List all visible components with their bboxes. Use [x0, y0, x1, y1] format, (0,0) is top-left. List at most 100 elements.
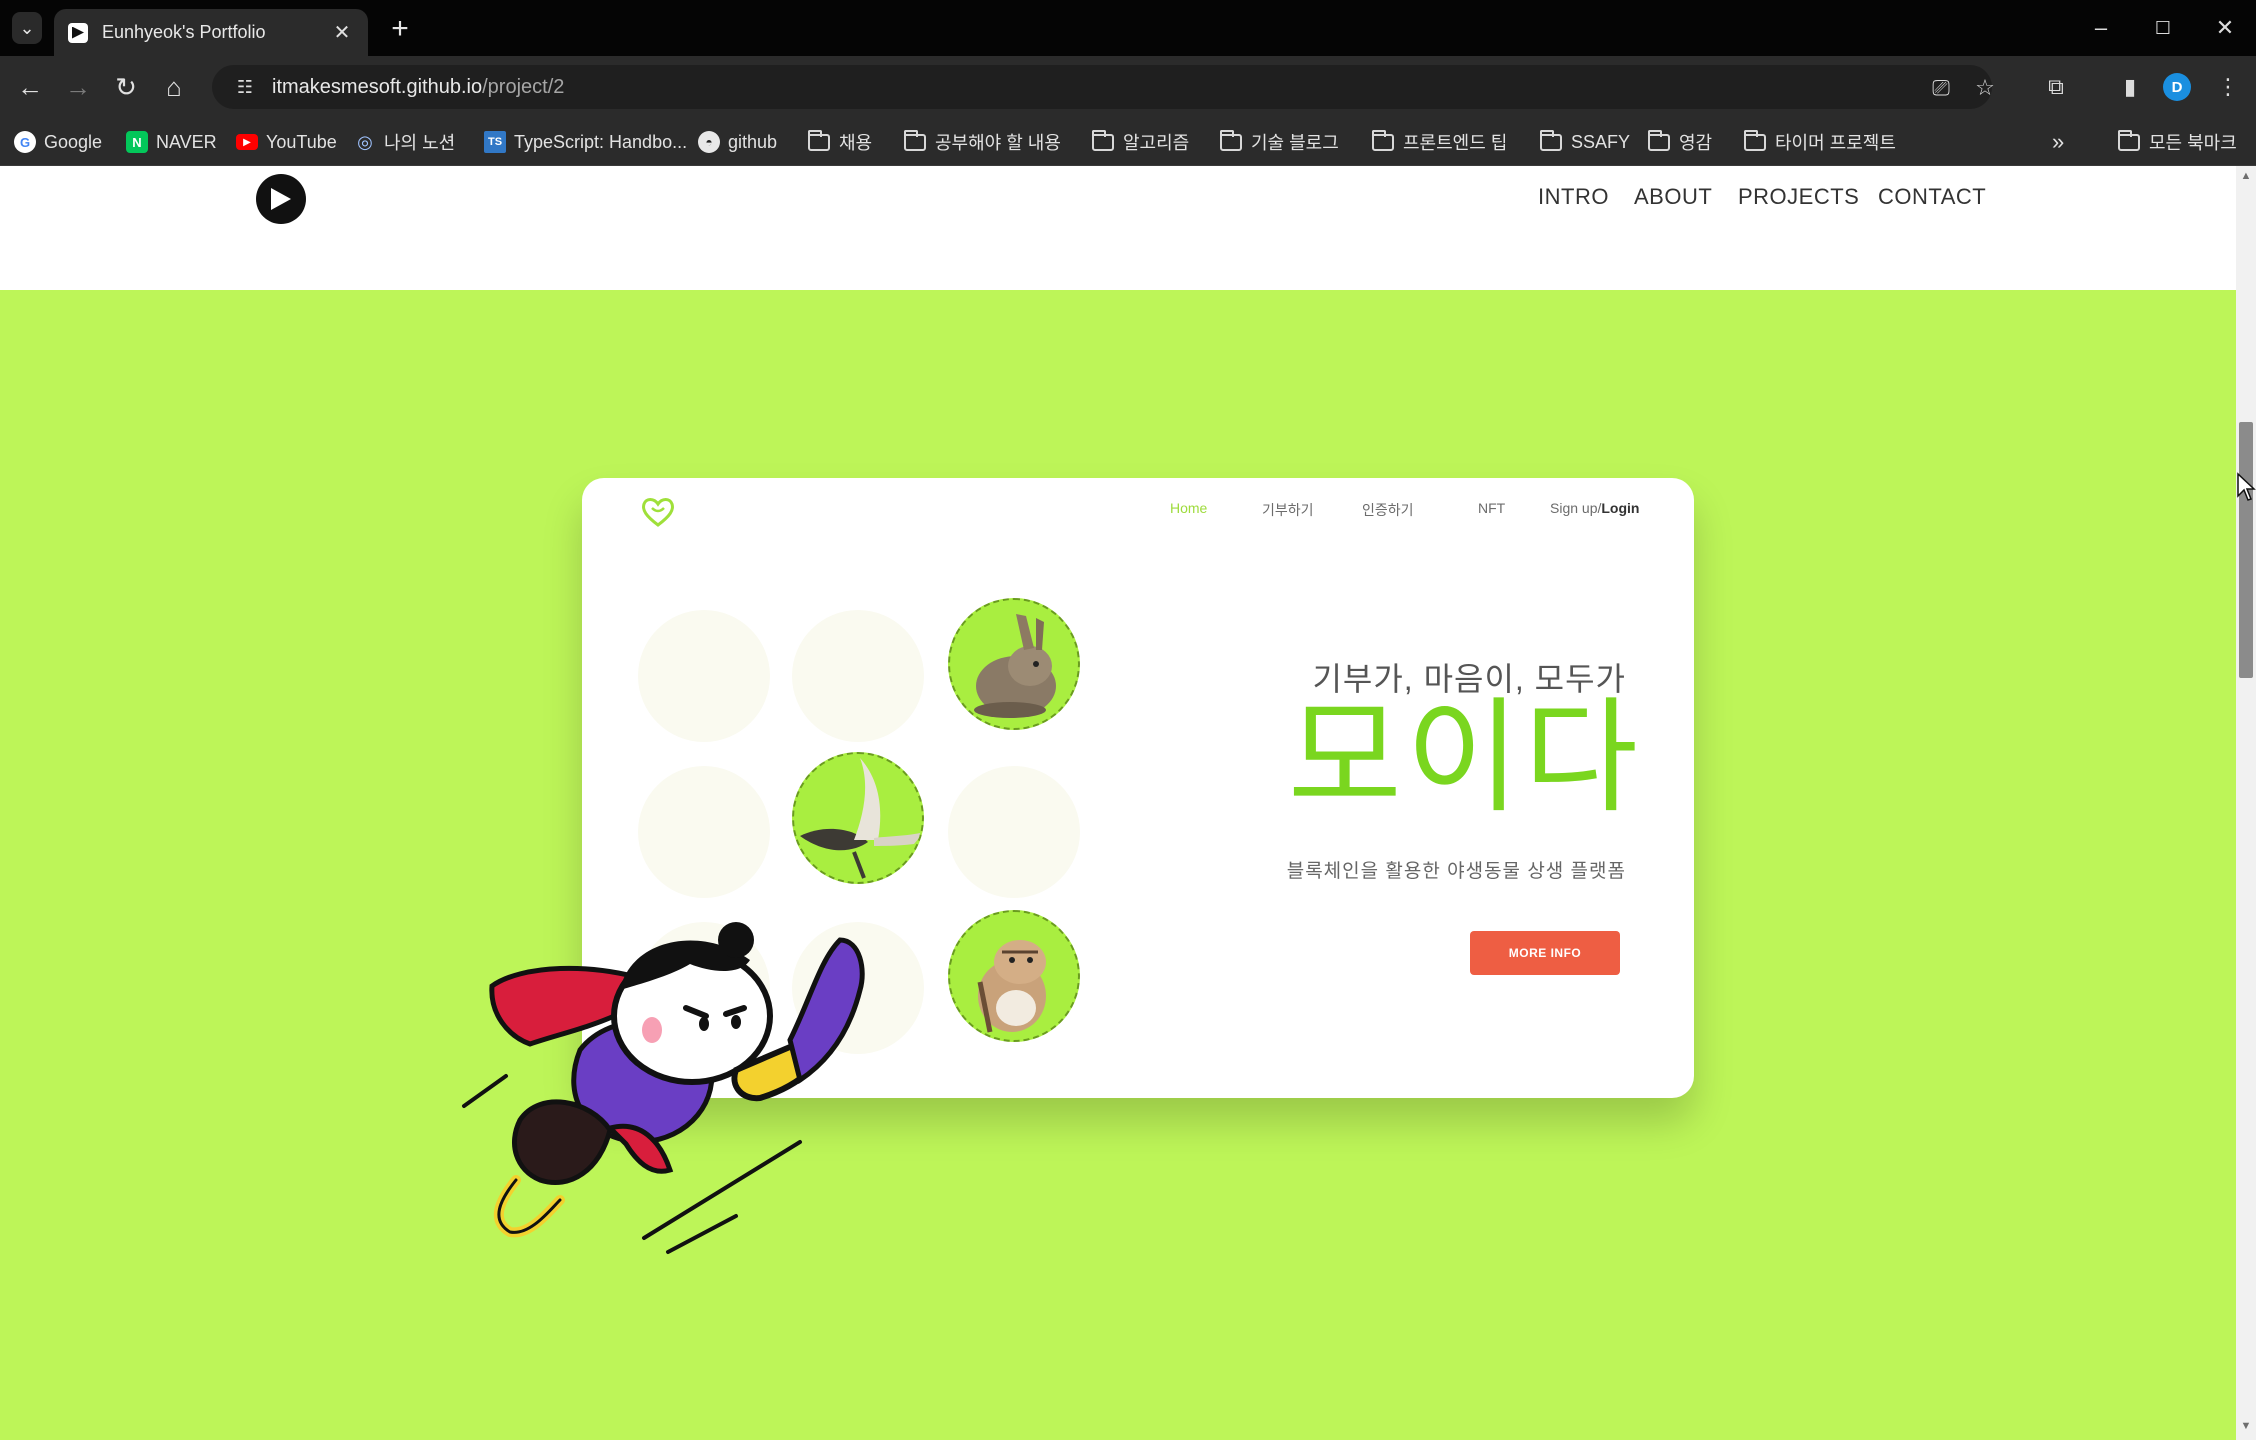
bookmark-star-icon[interactable]: ☆ — [1970, 73, 2000, 103]
bookmark-label: 기술 블로그 — [1251, 133, 1339, 153]
bookmark-label: 타이머 프로젝트 — [1775, 133, 1896, 153]
bookmark-folder-timer-project[interactable]: 타이머 프로젝트 — [1744, 128, 1896, 156]
naver-icon: N — [126, 131, 148, 153]
bookmark-label: github — [728, 131, 778, 152]
more-menu-icon[interactable]: ⋮ — [2210, 69, 2246, 105]
mockup-nav-nft: NFT — [1478, 500, 1506, 516]
bookmark-all-bookmarks[interactable]: 모든 북마크 — [2118, 128, 2237, 156]
nav-projects-link[interactable]: PROJECTS — [1738, 184, 1859, 210]
nav-about-link[interactable]: ABOUT — [1634, 184, 1712, 210]
browser-titlebar: ⌄ Eunhyeok's Portfolio ✕ + – ☐ ✕ — [0, 0, 2256, 56]
bookmark-folder-inspiration[interactable]: 영감 — [1648, 128, 1712, 156]
mouse-cursor-icon — [2237, 472, 2256, 501]
forward-arrow-icon[interactable]: → — [60, 69, 96, 105]
chipmunk-image — [977, 940, 1046, 1033]
bookmark-folder-ssafy[interactable]: SSAFY — [1540, 128, 1630, 156]
grid-circle — [948, 766, 1080, 898]
bookmark-label: SSAFY — [1571, 131, 1631, 152]
mockup-nav-certify: 인증하기 — [1362, 502, 1414, 518]
bookmark-label: Google — [44, 131, 103, 152]
folder-icon — [1648, 129, 1670, 151]
mockup-more-info-button: MORE INFO — [1470, 931, 1620, 975]
bookmark-github[interactable]: ◓ github — [698, 128, 777, 156]
folder-icon — [1372, 129, 1394, 151]
grid-circle — [792, 610, 924, 742]
nav-contact-link[interactable]: CONTACT — [1878, 184, 1986, 210]
chipmunk-photo-circle — [948, 910, 1080, 1042]
rabbit-image — [974, 614, 1056, 718]
minimize-icon[interactable]: – — [2078, 10, 2124, 46]
folder-icon — [1220, 129, 1242, 151]
home-icon[interactable]: ⌂ — [156, 69, 192, 105]
back-arrow-icon[interactable]: ← — [12, 69, 48, 105]
bookmark-label: NAVER — [156, 131, 217, 152]
new-tab-plus-icon[interactable]: + — [384, 14, 416, 46]
tab-search-icon[interactable]: ⌄ — [12, 12, 42, 44]
install-app-icon[interactable]: ⎚ — [1926, 73, 1956, 103]
site-header: INTRO ABOUT PROJECTS CONTACT — [0, 166, 2236, 290]
tab-title: Eunhyeok's Portfolio — [102, 22, 266, 42]
youtube-icon: ▶ — [236, 134, 258, 150]
typescript-icon: TS — [484, 131, 506, 153]
maximize-icon[interactable]: ☐ — [2140, 10, 2186, 46]
tab-close-icon[interactable]: ✕ — [330, 20, 354, 45]
folder-icon — [1092, 129, 1114, 151]
bookmark-label: 채용 — [839, 133, 873, 153]
bookmark-label: 공부해야 할 내용 — [935, 133, 1061, 153]
bookmark-youtube[interactable]: ▶ YouTube — [236, 128, 337, 156]
google-icon: G — [14, 131, 36, 153]
grid-circle — [638, 766, 770, 898]
extensions-puzzle-icon[interactable]: ⧉ — [2038, 69, 2074, 105]
scroll-up-arrow-icon[interactable]: ▲ — [2236, 170, 2256, 186]
mockup-nav-login: Sign up/Login — [1550, 500, 1640, 516]
folder-icon — [1540, 129, 1562, 151]
goose-image — [800, 758, 922, 879]
site-settings-icon[interactable]: ☷ — [232, 74, 258, 100]
address-bar[interactable]: ☷ itmakesmesoft.github.io/project/2 ⎚ ☆ — [212, 65, 1995, 109]
window-close-icon[interactable]: ✕ — [2202, 10, 2248, 46]
mockup-nav-donate: 기부하기 — [1262, 502, 1314, 518]
scrollbar-thumb[interactable] — [2239, 422, 2253, 678]
folder-icon — [808, 129, 830, 151]
mockup-title: 모이다 — [1287, 689, 1642, 827]
bookmark-label: YouTube — [266, 131, 337, 152]
flying-character-illustration — [462, 922, 865, 1254]
address-bar-url: itmakesmesoft.github.io/project/2 — [272, 75, 565, 98]
globe-icon: ◎ — [357, 131, 373, 152]
bookmark-label: 영감 — [1679, 133, 1713, 153]
tab-favicon-icon — [68, 22, 88, 43]
moida-heart-logo-icon — [642, 498, 674, 527]
bookmark-folder-tech-blog[interactable]: 기술 블로그 — [1220, 128, 1339, 156]
bookmark-folder-study[interactable]: 공부해야 할 내용 — [904, 128, 1061, 156]
bookmarks-overflow-chevron-icon[interactable]: » — [2052, 128, 2064, 156]
bookmark-typescript[interactable]: TS TypeScript: Handbo... — [484, 128, 687, 156]
browser-toolbar: ← → ↻ ⌂ ☷ itmakesmesoft.github.io/projec… — [0, 56, 2256, 118]
site-logo-icon[interactable] — [256, 174, 306, 224]
bookmark-label: 프론트엔드 팁 — [1403, 133, 1508, 153]
page-scrollbar[interactable]: ▲ ▼ — [2236, 166, 2256, 1440]
bookmark-google[interactable]: G Google — [14, 128, 102, 156]
nav-intro-link[interactable]: INTRO — [1538, 184, 1609, 210]
bookmark-naver[interactable]: N NAVER — [126, 128, 217, 156]
bookmark-folder-jobs[interactable]: 채용 — [808, 128, 872, 156]
bookmark-notion[interactable]: ◎ 나의 노션 — [354, 128, 455, 156]
bookmark-folder-frontend-tips[interactable]: 프론트엔드 팁 — [1372, 128, 1507, 156]
profile-avatar[interactable]: D — [2163, 73, 2191, 101]
folder-icon — [904, 129, 926, 151]
browser-tab-active[interactable]: Eunhyeok's Portfolio ✕ — [54, 9, 368, 56]
bookmark-label: 알고리즘 — [1123, 133, 1190, 153]
folder-icon — [2118, 129, 2140, 151]
grid-circle — [638, 610, 770, 742]
bookmark-label: TypeScript: Handbo... — [514, 131, 688, 152]
side-panel-icon[interactable]: ▮ — [2112, 69, 2148, 105]
reload-icon[interactable]: ↻ — [108, 69, 144, 105]
github-icon: ◓ — [698, 131, 720, 153]
folder-icon — [1744, 129, 1766, 151]
goose-photo-circle — [792, 752, 924, 884]
rabbit-photo-circle — [948, 598, 1080, 730]
mockup-description: 블록체인을 활용한 야생동물 상생 플랫폼 — [1286, 861, 1626, 882]
bookmarks-bar: G Google N NAVER ▶ YouTube ◎ 나의 노션 TS Ty… — [0, 118, 2256, 166]
bookmark-folder-algorithm[interactable]: 알고리즘 — [1092, 128, 1189, 156]
bookmark-label: 나의 노션 — [384, 133, 456, 153]
scroll-down-arrow-icon[interactable]: ▼ — [2236, 1420, 2256, 1436]
